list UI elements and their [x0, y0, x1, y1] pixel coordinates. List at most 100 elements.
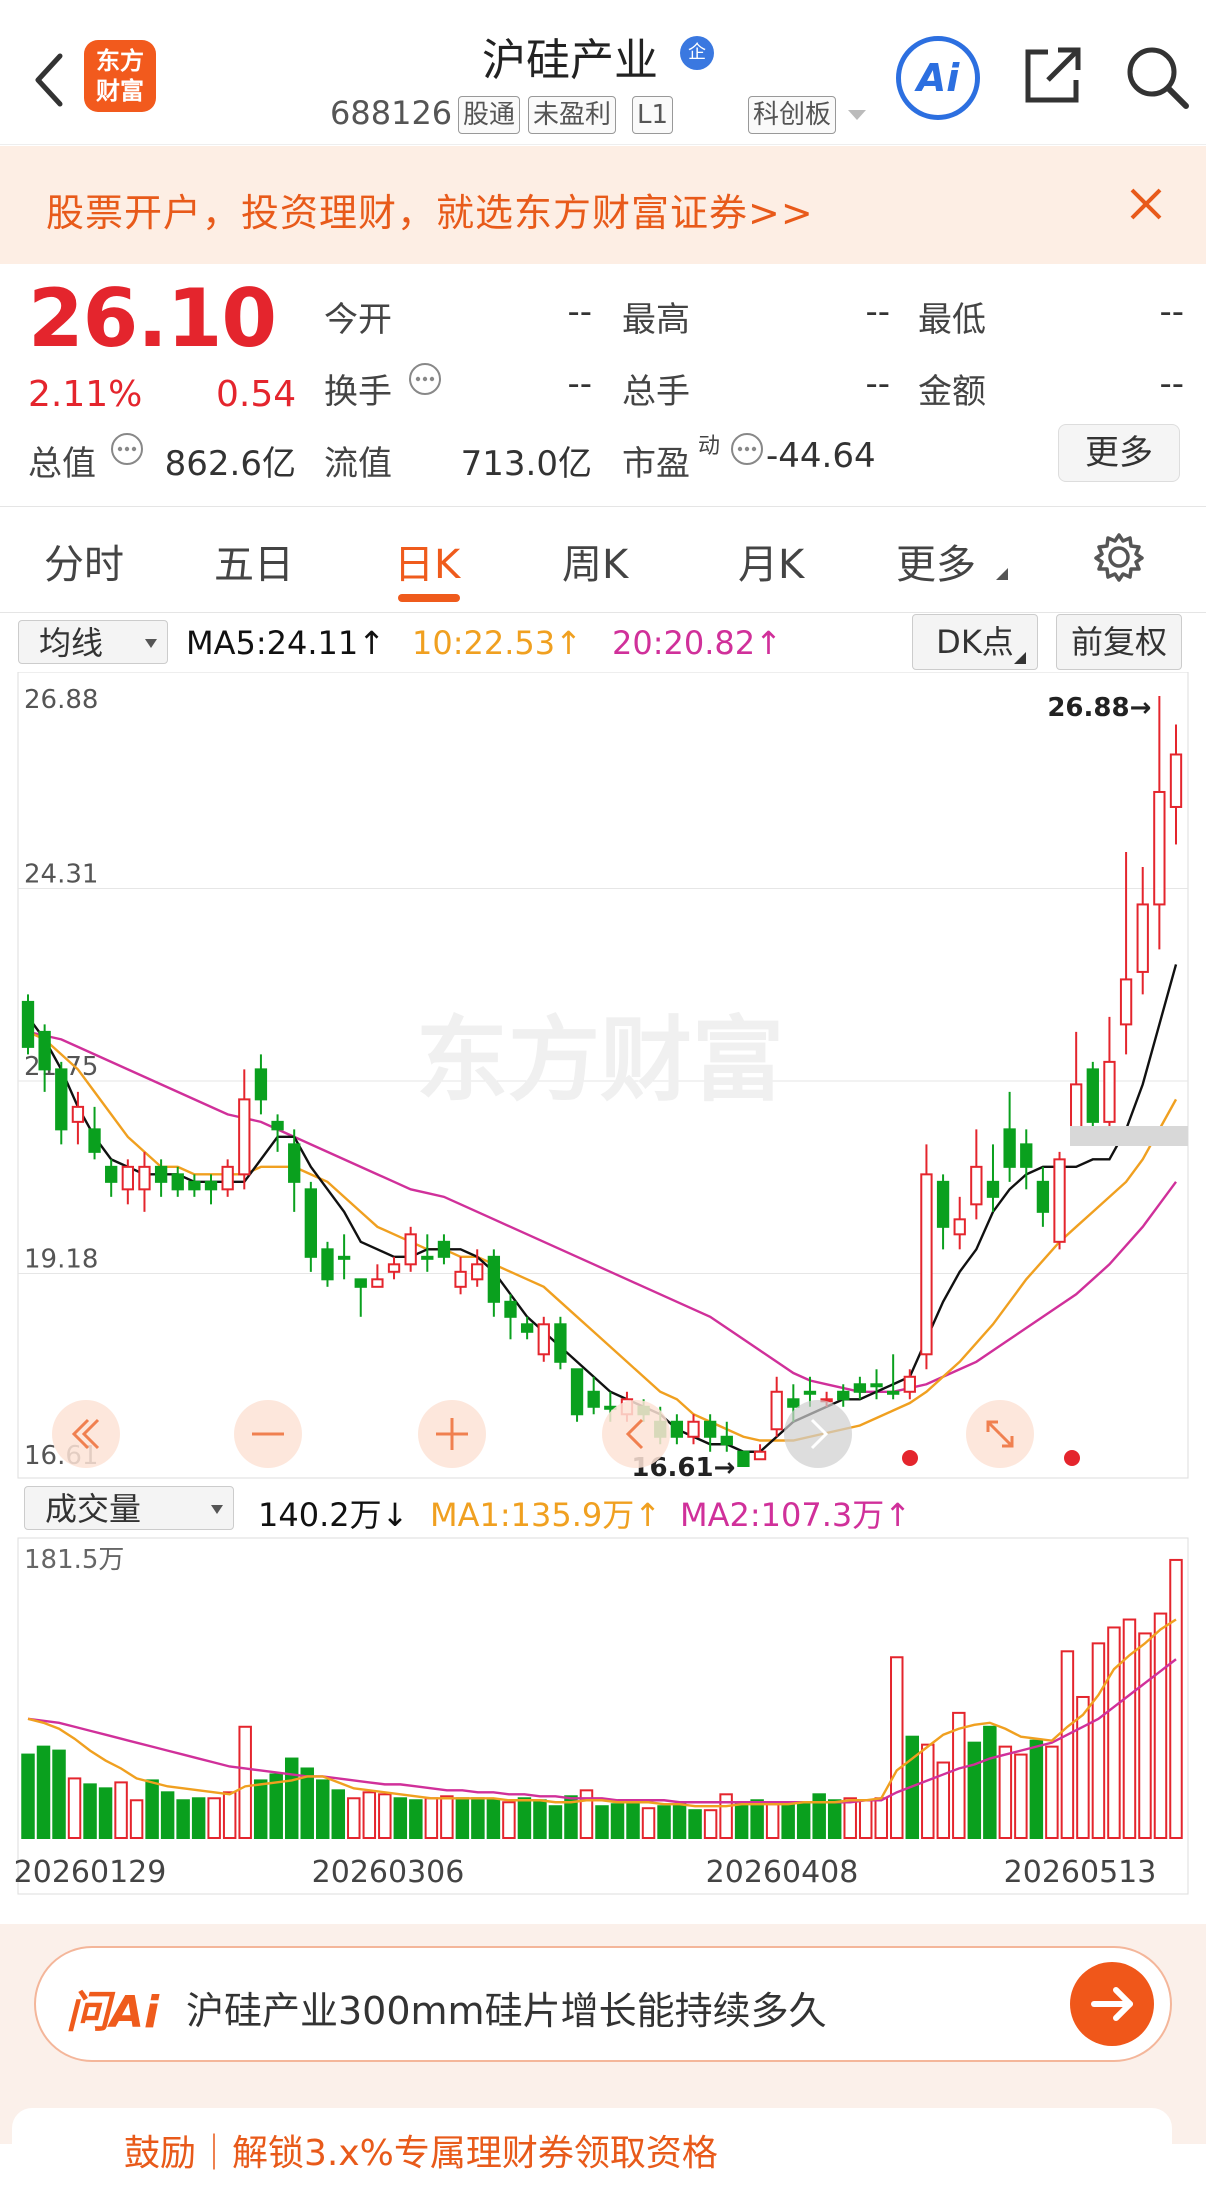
volume-bar: [812, 1793, 826, 1840]
volume-bar: [145, 1779, 159, 1840]
volume-bar: [796, 1803, 811, 1840]
volume-bar: [21, 1753, 35, 1840]
board-dropdown-icon: [848, 110, 866, 120]
candle-body: [154, 1165, 168, 1183]
chevron-down-icon: [145, 639, 157, 648]
volume-bar: [1014, 1753, 1028, 1840]
ai-assistant-button[interactable]: Ai: [896, 36, 980, 120]
close-icon[interactable]: [1128, 186, 1164, 222]
candle-body: [121, 1165, 134, 1191]
search-icon[interactable]: [1124, 44, 1190, 110]
volume-bar: [843, 1797, 857, 1840]
stock-name: 沪硅产业: [482, 35, 658, 86]
candle-body: [321, 1248, 334, 1281]
info-dots-icon[interactable]: [408, 362, 442, 396]
turnover-label: 换手: [324, 372, 392, 412]
enterprise-badge: 企: [680, 36, 714, 70]
last-price: 26.10: [28, 272, 277, 365]
candle-body: [454, 1270, 467, 1288]
volume-indicator-select[interactable]: 成交量: [24, 1486, 234, 1530]
candle-body: [570, 1368, 584, 1416]
next-button[interactable]: [784, 1400, 852, 1468]
candle-body: [238, 1098, 251, 1176]
candle-body: [737, 1450, 750, 1468]
open-label: 今开: [324, 300, 392, 340]
volume-bar: [176, 1799, 190, 1840]
tag-hk-connect: 股通: [458, 96, 521, 134]
prev-button[interactable]: [602, 1400, 670, 1468]
volume-bar: [1169, 1558, 1183, 1839]
back-arrow-icon[interactable]: [30, 50, 70, 110]
volume-bar: [238, 1725, 252, 1840]
volume-bar: [300, 1767, 314, 1840]
high-price-label: 26.88→: [1047, 693, 1151, 723]
banner-text[interactable]: 股票开户，投资理财，就选东方财富证券>>: [46, 182, 814, 237]
tab-daily-k[interactable]: 日K: [394, 532, 460, 590]
candle-body: [204, 1180, 218, 1191]
info-dots-icon[interactable]: [730, 432, 764, 466]
candle-body: [687, 1420, 700, 1438]
signal-dot: [902, 1450, 918, 1466]
volume-bar: [1091, 1642, 1106, 1840]
ai-go-button[interactable]: [1070, 1962, 1154, 2046]
turnover-value: --: [567, 364, 592, 404]
account-promo-banner[interactable]: 股票开户，投资理财，就选东方财富证券>>: [0, 146, 1206, 264]
tab-more[interactable]: 更多: [896, 532, 976, 590]
volume-bar: [191, 1797, 206, 1840]
forward-adjust-button[interactable]: 前复权: [1056, 614, 1182, 670]
candle-body: [554, 1323, 567, 1363]
amount-label: 金额: [918, 372, 986, 412]
volume-bar: [781, 1803, 795, 1840]
promo-text[interactable]: 鼓励｜解锁3.x%专属理财券领取资格: [124, 2124, 718, 2176]
volume-bar: [83, 1783, 97, 1840]
logo-line-2: 财富: [96, 77, 144, 105]
tab-intraday[interactable]: 分时: [44, 532, 124, 590]
volume-bar: [595, 1805, 609, 1840]
candle-body: [437, 1240, 451, 1258]
ask-ai-logo: 问Ai: [66, 1987, 160, 2038]
info-dots-icon[interactable]: [110, 432, 144, 466]
more-quote-button[interactable]: 更多: [1058, 424, 1180, 482]
arrow-right-icon: [1091, 1987, 1133, 2021]
volume-select-value: 成交量: [45, 1490, 142, 1528]
ai-question-text[interactable]: 沪硅产业300mm硅片增长能持续多久: [186, 1980, 827, 2035]
volume-bar: [486, 1799, 501, 1840]
volume-bar: [1153, 1612, 1168, 1839]
volume-bar: [362, 1791, 377, 1840]
candle-body: [504, 1300, 517, 1318]
date-axis-labels: 20260129 20260306 20260408 20260513: [14, 1855, 1157, 1890]
volume-bar: [1060, 1650, 1075, 1840]
active-tab-indicator: [398, 594, 460, 602]
tab-monthly-k[interactable]: 月K: [738, 532, 804, 590]
board-selector[interactable]: 科创板: [748, 96, 837, 134]
top-bar: 东方 财富 沪硅产业 企 688126 股通 未盈利 L1 科创板 Ai: [0, 0, 1206, 145]
low-label: 最低: [918, 300, 986, 340]
volume-bar: [983, 1725, 997, 1840]
candle-body: [471, 1263, 484, 1281]
date-tick-label: 20260129: [14, 1855, 167, 1890]
volume-bar: [502, 1801, 516, 1840]
candle-body: [1153, 790, 1166, 906]
volume-bar: [67, 1777, 82, 1840]
indicator-select[interactable]: 均线: [18, 620, 168, 664]
volume-bar: [734, 1801, 749, 1840]
share-icon[interactable]: [1022, 44, 1084, 106]
volume-bar: [284, 1757, 299, 1840]
volume-bar: [641, 1807, 656, 1840]
volume-bar: [827, 1799, 842, 1840]
volume-bar: [890, 1656, 904, 1840]
candle-body: [1119, 978, 1133, 1026]
current-price-marker: [1070, 1126, 1188, 1146]
volume-bar: [36, 1745, 51, 1840]
kline-chart[interactable]: 东方财富 26.8824.3121.7519.1816.61 26.88→16.…: [0, 672, 1206, 1932]
high-value: --: [865, 292, 890, 332]
tag-unprofitable: 未盈利: [528, 96, 617, 134]
candle-body: [271, 1120, 284, 1131]
candle-body: [1136, 903, 1149, 973]
tab-five-day[interactable]: 五日: [214, 532, 294, 590]
volume-bar: [440, 1795, 454, 1840]
settings-gear-icon[interactable]: [1094, 532, 1144, 582]
tab-weekly-k[interactable]: 周K: [562, 532, 628, 590]
candle-body: [703, 1420, 717, 1438]
candle-body: [371, 1278, 384, 1288]
